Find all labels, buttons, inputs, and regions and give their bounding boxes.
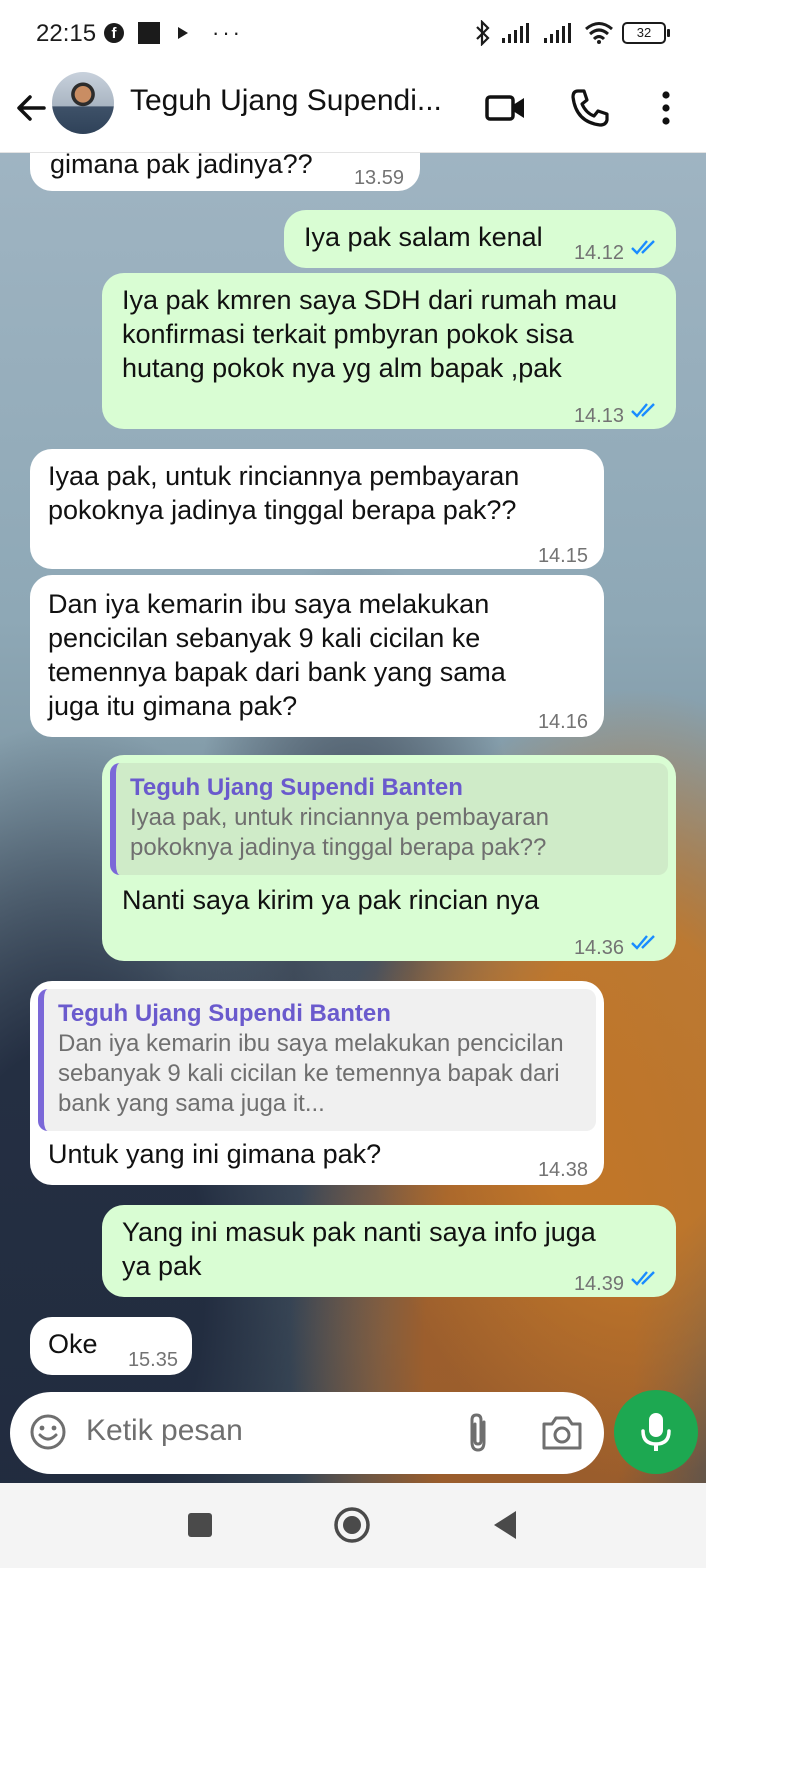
message-time: 14.38 (537, 1159, 588, 1181)
facebook-notification-icon: f (104, 23, 124, 43)
read-ticks-icon (631, 935, 655, 950)
avatar[interactable] (52, 72, 114, 134)
quoted-sender: Teguh Ujang Supendi Banten (130, 774, 463, 801)
battery-icon: 32 (622, 22, 670, 44)
bluetooth-icon (476, 20, 490, 46)
message-input[interactable]: Ketik pesan (86, 1414, 243, 1448)
signal-icon-2 (544, 23, 571, 43)
message-time: 15.35 (127, 1349, 178, 1371)
message-text: gimana pak jadinya?? (50, 153, 313, 179)
message-time: 14.12 (573, 242, 624, 264)
message-time: 14.15 (537, 545, 588, 567)
message-incoming[interactable]: gimana pak jadinya?? 13.59 (30, 153, 420, 191)
home-icon[interactable] (332, 1505, 372, 1545)
back-nav-icon[interactable] (490, 1509, 520, 1541)
phone-icon[interactable] (568, 86, 612, 130)
read-ticks-icon (631, 240, 655, 255)
quoted-message[interactable]: Teguh Ujang Supendi Banten Iyaa pak, unt… (110, 763, 668, 875)
message-outgoing[interactable]: Iya pak salam kenal 14.12 (284, 210, 676, 268)
read-ticks-icon (631, 1271, 655, 1286)
microphone-icon (641, 1413, 671, 1451)
chat-header: Teguh Ujang Supendi... (0, 66, 706, 153)
message-outgoing-reply[interactable]: Teguh Ujang Supendi Banten Iyaa pak, unt… (102, 755, 676, 961)
quoted-sender: Teguh Ujang Supendi Banten (58, 1000, 391, 1027)
message-incoming[interactable]: Iyaa pak, untuk rinciannya pembayaran po… (30, 449, 604, 569)
quoted-text: Dan iya kemarin ibu saya melakukan penci… (58, 1030, 564, 1117)
message-time: 13.59 (353, 167, 404, 189)
message-incoming[interactable]: Dan iya kemarin ibu saya melakukan penci… (30, 575, 604, 737)
status-bar: 22:15 f ··· 32 (0, 0, 706, 66)
system-nav-bar (0, 1483, 706, 1568)
camera-icon[interactable] (540, 1414, 584, 1452)
message-text: Dan iya kemarin ibu saya melakukan penci… (48, 589, 506, 721)
message-outgoing[interactable]: Yang ini masuk pak nanti saya info juga … (102, 1205, 676, 1297)
status-time: 22:15 (36, 20, 97, 47)
message-time: 14.39 (573, 1273, 624, 1295)
emoji-icon[interactable] (28, 1412, 68, 1452)
wifi-icon (585, 22, 613, 44)
more-notifications-icon: ··· (212, 20, 243, 45)
message-incoming-reply[interactable]: Teguh Ujang Supendi Banten Dan iya kemar… (30, 981, 604, 1185)
message-text: Nanti saya kirim ya pak rincian nya (122, 885, 540, 915)
system-icons: 32 (474, 20, 670, 46)
quoted-message[interactable]: Teguh Ujang Supendi Banten Dan iya kemar… (38, 989, 596, 1131)
recents-icon[interactable] (186, 1511, 214, 1539)
quoted-text: Iyaa pak, untuk rinciannya pembayaran po… (130, 804, 549, 861)
more-vertical-icon[interactable] (644, 86, 688, 130)
message-text: Untuk yang ini gimana pak? (48, 1139, 382, 1169)
message-incoming[interactable]: Oke 15.35 (30, 1317, 192, 1375)
message-time: 14.16 (537, 711, 588, 733)
message-text: Iya pak kmren saya SDH dari rumah mau ko… (122, 285, 618, 383)
message-text: Yang ini masuk pak nanti saya info juga … (122, 1217, 596, 1281)
video-camera-icon[interactable] (484, 86, 528, 130)
chat-area[interactable]: gimana pak jadinya?? 13.59 Iya pak salam… (0, 153, 706, 1483)
message-outgoing[interactable]: Iya pak kmren saya SDH dari rumah mau ko… (102, 273, 676, 429)
message-text: Iyaa pak, untuk rinciannya pembayaran po… (48, 461, 520, 525)
signal-icon (502, 23, 529, 43)
paperclip-icon[interactable] (460, 1412, 496, 1454)
message-time: 14.13 (573, 405, 624, 427)
contact-name[interactable]: Teguh Ujang Supendi... (130, 84, 442, 118)
message-time: 14.36 (573, 937, 624, 959)
read-ticks-icon (631, 403, 655, 418)
message-composer[interactable]: Ketik pesan (10, 1392, 604, 1474)
mic-button[interactable] (614, 1390, 698, 1474)
notification-icons: f ··· (104, 22, 243, 44)
app-notification-icon (138, 22, 160, 44)
play-notification-icon (178, 27, 188, 39)
arrow-left-icon[interactable] (12, 88, 52, 128)
